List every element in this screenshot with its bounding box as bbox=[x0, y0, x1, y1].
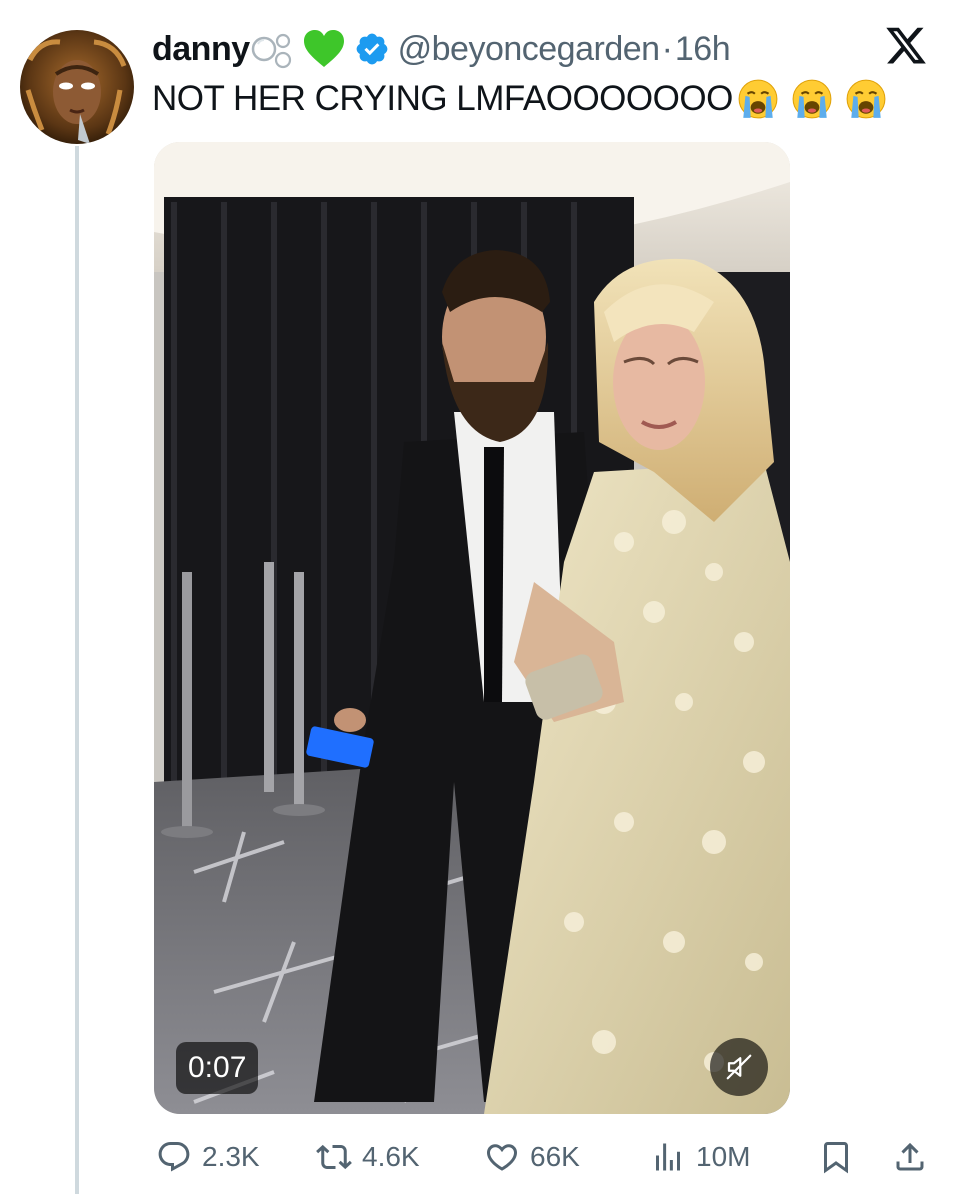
verified-badge-icon[interactable] bbox=[354, 31, 390, 67]
header-separator: · bbox=[661, 29, 673, 68]
video-frame bbox=[154, 142, 790, 1114]
tweet-header: danny @beyoncegarden · 16h bbox=[152, 26, 731, 72]
loudly-crying-face-icon bbox=[792, 79, 832, 119]
avatar-image bbox=[20, 30, 134, 144]
x-logo-icon bbox=[886, 27, 926, 64]
green-heart-icon bbox=[303, 30, 344, 67]
bubbles-emoji-icon bbox=[251, 33, 291, 69]
avatar[interactable] bbox=[20, 30, 134, 144]
share-icon bbox=[896, 1142, 924, 1171]
muted-speaker-icon bbox=[726, 1054, 752, 1080]
repost-button[interactable]: 4.6K bbox=[316, 1130, 420, 1184]
bookmark-button[interactable] bbox=[818, 1130, 854, 1184]
reply-button[interactable]: 2.3K bbox=[156, 1130, 260, 1184]
like-count: 66K bbox=[530, 1141, 580, 1172]
video-duration: 0:07 bbox=[176, 1042, 259, 1094]
share-button[interactable] bbox=[892, 1130, 928, 1184]
tweet-actions: 2.3K 4.6K 66K 10M bbox=[150, 1130, 940, 1184]
reply-icon bbox=[158, 1142, 190, 1172]
tweet-text: NOT HER CRYING LMFAOOOOOOO bbox=[152, 78, 887, 120]
reply-count: 2.3K bbox=[202, 1141, 260, 1172]
repost-count: 4.6K bbox=[362, 1141, 420, 1172]
loudly-crying-face-icon bbox=[738, 79, 778, 119]
display-name[interactable]: danny bbox=[152, 30, 250, 69]
bookmark-icon bbox=[824, 1142, 848, 1174]
views-button[interactable]: 10M bbox=[650, 1130, 750, 1184]
loudly-crying-face-icon bbox=[846, 79, 886, 119]
heart-icon bbox=[486, 1144, 518, 1171]
like-button[interactable]: 66K bbox=[484, 1130, 580, 1184]
analytics-icon bbox=[656, 1143, 680, 1171]
mute-toggle-button[interactable] bbox=[710, 1038, 768, 1096]
post-time[interactable]: 16h bbox=[675, 30, 731, 69]
thread-line bbox=[75, 146, 79, 1194]
view-count: 10M bbox=[696, 1141, 751, 1172]
author-handle[interactable]: @beyoncegarden bbox=[398, 30, 660, 69]
tweet-text-content: NOT HER CRYING LMFAOOOOOOO bbox=[152, 79, 733, 118]
repost-icon bbox=[316, 1144, 352, 1170]
video-player[interactable] bbox=[154, 142, 790, 1114]
